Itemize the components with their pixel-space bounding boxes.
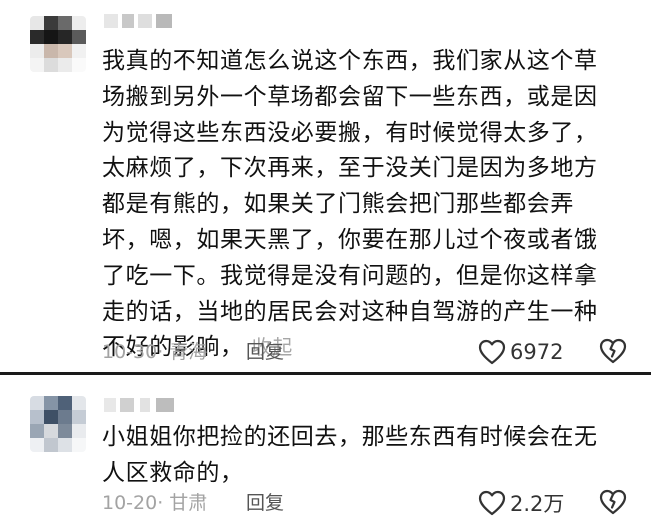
comment-text: 小姐姐你把捡的还回去，那些东西有时候会在无 人区救命的，: [102, 420, 622, 492]
heart-icon: [478, 339, 506, 365]
comment-meta: 10-20· 甘肃: [102, 492, 208, 514]
avatar[interactable]: [30, 16, 86, 72]
comment-item: 我真的不知道怎么说这个东西，我们家从这个草 场搬到另外一个草场都会留下一些东西，…: [0, 0, 651, 372]
comment-meta: 10-30· 青海: [102, 341, 208, 363]
reply-button[interactable]: 回复: [246, 489, 284, 517]
broken-heart-icon: [599, 489, 627, 515]
like-count: 6972: [510, 340, 564, 364]
username-redacted[interactable]: [104, 10, 182, 32]
reply-button[interactable]: 回复: [246, 338, 284, 366]
comment-body: 我真的不知道怎么说这个东西，我们家从这个草 场搬到另外一个草场都会留下一些东西，…: [102, 48, 598, 361]
comment-divider: [0, 372, 651, 375]
comment-text: 我真的不知道怎么说这个东西，我们家从这个草 场搬到另外一个草场都会留下一些东西，…: [102, 44, 622, 366]
comment-list: 我真的不知道怎么说这个东西，我们家从这个草 场搬到另外一个草场都会留下一些东西，…: [0, 0, 651, 530]
like-count: 2.2万: [510, 492, 565, 516]
dislike-button[interactable]: [598, 337, 628, 367]
comment-item: 小姐姐你把捡的还回去，那些东西有时候会在无 人区救命的， 10-20· 甘肃 回…: [0, 376, 651, 530]
like-button[interactable]: 2.2万: [478, 488, 564, 518]
dislike-button[interactable]: [598, 488, 628, 518]
username-redacted[interactable]: [104, 394, 182, 416]
comment-body: 小姐姐你把捡的还回去，那些东西有时候会在无 人区救命的，: [102, 424, 598, 486]
like-button[interactable]: 6972: [478, 337, 563, 367]
heart-icon: [478, 490, 506, 516]
avatar[interactable]: [30, 396, 86, 452]
broken-heart-icon: [599, 338, 627, 364]
